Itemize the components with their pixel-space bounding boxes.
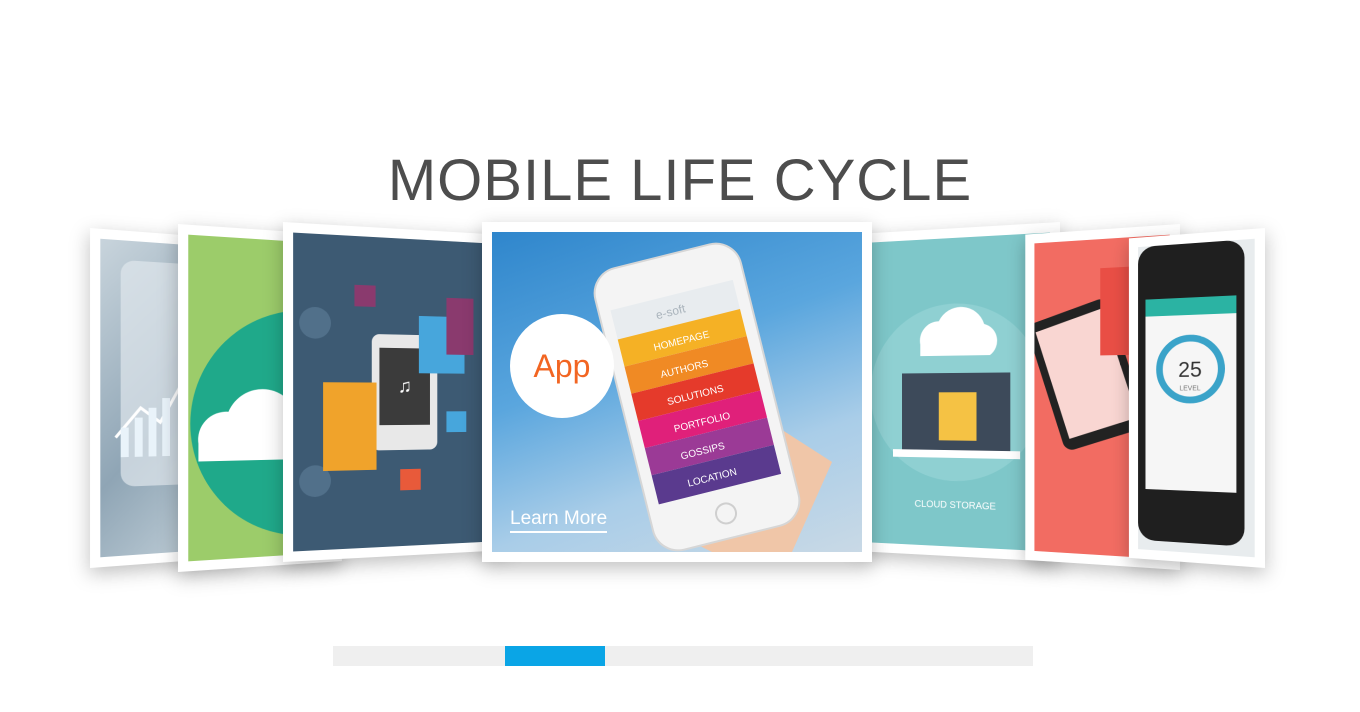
carousel-slide-gauge-app[interactable]: 25 LEVEL xyxy=(1128,228,1265,568)
gauge-level: LEVEL xyxy=(1180,385,1202,393)
carousel-scrollbar-thumb[interactable] xyxy=(505,646,605,666)
gauge-value: 25 xyxy=(1178,358,1202,382)
learn-more-link[interactable]: Learn More xyxy=(510,508,608,533)
gauge-phone-illustration: 25 LEVEL xyxy=(1138,239,1245,547)
carousel-scrollbar[interactable] xyxy=(333,646,1033,666)
image-carousel[interactable]: ♫ HOMEPAGE AUTHORS SOLUTIONS PORTFOLIO G… xyxy=(0,210,1360,590)
page-title: MOBILE LIFE CYCLE xyxy=(387,147,973,213)
carousel-slide-featured-app[interactable]: HOMEPAGE AUTHORS SOLUTIONS PORTFOLIO GOS… xyxy=(482,222,872,562)
cloud-storage-illustration: CLOUD STORAGE xyxy=(870,300,1044,512)
app-icons-illustration: ♫ xyxy=(299,284,474,498)
app-badge: App xyxy=(510,314,614,418)
svg-text:♫: ♫ xyxy=(398,375,412,396)
cloud-storage-label: CLOUD STORAGE xyxy=(915,498,996,512)
carousel-slide-app-icons[interactable]: ♫ xyxy=(283,222,509,562)
